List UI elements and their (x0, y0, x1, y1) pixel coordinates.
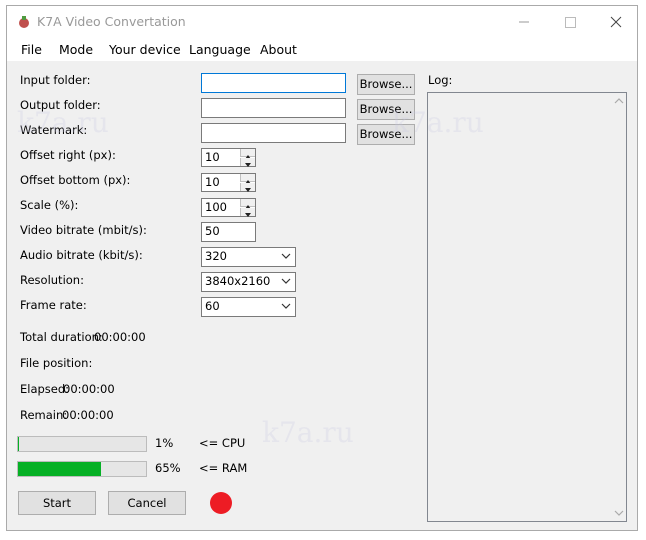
input-folder-field[interactable] (201, 73, 346, 93)
minimize-icon (519, 21, 529, 23)
log-label: Log: (428, 73, 453, 87)
chevron-down-icon (281, 303, 291, 309)
input-folder-label: Input folder: (20, 73, 91, 87)
spin-down-icon (245, 163, 251, 167)
menu-about[interactable]: About (260, 42, 297, 57)
ram-label: <= RAM (199, 461, 248, 475)
total-duration-value: 00:00:00 (94, 330, 146, 344)
total-duration-label: Total duration: (20, 330, 103, 344)
close-icon (610, 16, 622, 28)
watermark-text: k7a.ru (17, 106, 109, 139)
status-indicator (210, 492, 232, 514)
offset-right-value: 10 (205, 150, 220, 164)
maximize-icon (565, 17, 576, 28)
offset-bottom-stepper[interactable]: 10 (201, 173, 256, 192)
menu-your-device[interactable]: Your device (109, 42, 181, 57)
remain-value: 00:00:00 (62, 408, 114, 422)
elapsed-value: 00:00:00 (63, 382, 115, 396)
watermark-text: k7a.ru (262, 416, 354, 449)
cancel-button[interactable]: Cancel (108, 491, 186, 515)
log-textarea[interactable] (427, 92, 627, 522)
frame-rate-label: Frame rate: (20, 298, 87, 312)
app-window: K7A Video Convertation File Mode Your de… (6, 5, 638, 531)
audio-bitrate-select[interactable]: 320 (201, 247, 296, 267)
spin-down-icon (245, 188, 251, 192)
offset-right-stepper[interactable]: 10 (201, 148, 256, 167)
video-bitrate-field[interactable]: 50 (201, 222, 256, 242)
output-folder-field[interactable] (201, 98, 346, 118)
frame-rate-select[interactable]: 60 (201, 297, 296, 317)
remain-label: Remain: (20, 408, 68, 422)
start-button[interactable]: Start (18, 491, 96, 515)
audio-bitrate-value: 320 (205, 249, 227, 263)
cpu-percent: 1% (155, 436, 174, 450)
menu-mode[interactable]: Mode (59, 42, 93, 57)
watermark-text: k7a.ru (392, 106, 484, 139)
resolution-select[interactable]: 3840x2160 (201, 272, 296, 292)
ram-progress-bar (17, 461, 147, 477)
resolution-label: Resolution: (20, 273, 84, 287)
scale-stepper[interactable]: 100 (201, 198, 256, 217)
input-folder-browse-button[interactable]: Browse... (357, 74, 415, 95)
scale-increment[interactable] (240, 199, 255, 209)
cpu-progress-fill (18, 437, 20, 451)
watermark-field[interactable] (201, 123, 346, 143)
offset-right-label: Offset right (px): (20, 148, 116, 162)
offset-bottom-decrement[interactable] (240, 183, 255, 192)
offset-bottom-value: 10 (205, 175, 220, 189)
ram-percent: 65% (155, 461, 181, 475)
elapsed-label: Elapsed: (20, 382, 70, 396)
title-bar: K7A Video Convertation (7, 6, 637, 38)
scroll-up-icon[interactable] (614, 97, 624, 105)
audio-bitrate-label: Audio bitrate (kbit/s): (20, 248, 143, 262)
scale-decrement[interactable] (240, 208, 255, 217)
menu-bar: File Mode Your device Language About (7, 38, 637, 61)
scroll-down-icon[interactable] (614, 509, 624, 517)
minimize-button[interactable] (501, 6, 547, 38)
offset-bottom-increment[interactable] (240, 174, 255, 184)
menu-language[interactable]: Language (189, 42, 251, 57)
file-position-label: File position: (20, 356, 93, 370)
menu-file[interactable]: File (21, 42, 42, 57)
resolution-value: 3840x2160 (205, 274, 271, 288)
frame-rate-value: 60 (205, 299, 220, 313)
app-icon (19, 16, 29, 28)
window-title: K7A Video Convertation (37, 14, 186, 29)
spin-down-icon (245, 213, 251, 217)
chevron-down-icon (281, 253, 291, 259)
maximize-button[interactable] (547, 6, 593, 38)
chevron-down-icon (281, 278, 291, 284)
offset-right-increment[interactable] (240, 149, 255, 159)
ram-progress-fill (18, 462, 102, 476)
video-bitrate-label: Video bitrate (mbit/s): (20, 223, 147, 237)
offset-right-decrement[interactable] (240, 158, 255, 167)
offset-bottom-label: Offset bottom (px): (20, 173, 131, 187)
close-button[interactable] (593, 6, 639, 38)
scale-value: 100 (205, 200, 227, 214)
cpu-label: <= CPU (199, 436, 246, 450)
cpu-progress-bar (17, 436, 147, 452)
scale-label: Scale (%): (20, 198, 79, 212)
